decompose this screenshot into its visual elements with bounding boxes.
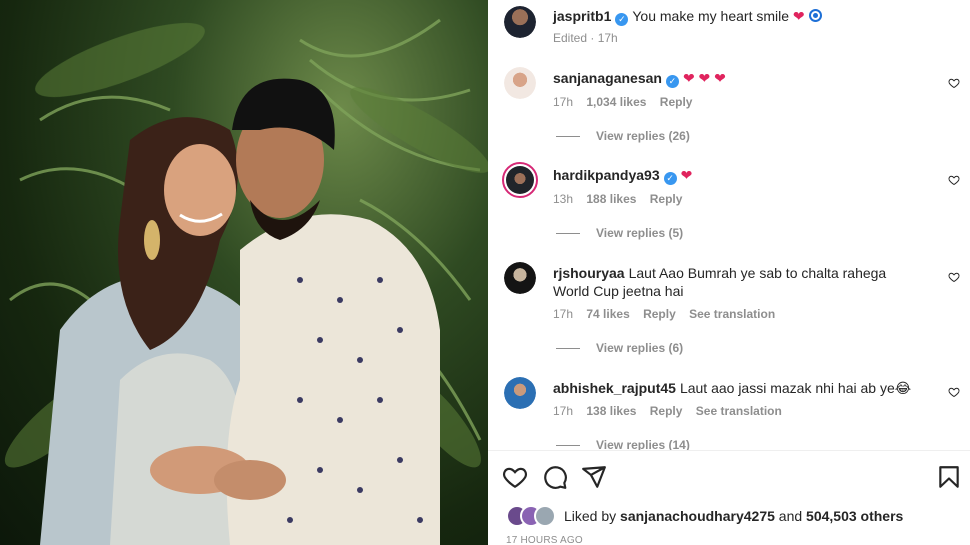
comment-like-heart-icon[interactable] <box>948 271 960 283</box>
verified-badge-icon: ✓ <box>665 75 679 88</box>
caption-meta: Edited · 17h <box>553 31 628 45</box>
view-replies-button[interactable]: View replies (26) <box>556 129 690 143</box>
comment-like-heart-icon[interactable] <box>948 174 960 186</box>
comment-time: 17h <box>553 307 574 321</box>
liked-by-prefix: Liked by <box>564 508 617 524</box>
comment-text: ❤ ❤ ❤ <box>682 70 726 86</box>
commenter-avatar[interactable] <box>504 262 536 294</box>
reply-button[interactable]: Reply <box>650 192 683 206</box>
heart-icon[interactable] <box>502 464 528 490</box>
reply-button[interactable]: Reply <box>660 95 693 109</box>
comment-row: hardikpandya93 ✓ ❤ <box>553 166 913 185</box>
verified-badge-icon: ✓ <box>615 13 629 26</box>
comment-time: 17h <box>553 95 574 109</box>
replies-dash <box>556 444 580 446</box>
comment-meta: 17h 74 likes Reply See translation <box>553 307 785 321</box>
replies-dash <box>556 232 580 234</box>
post-side-panel: jaspritb1 ✓ You make my heart smile ❤ Edit… <box>488 0 970 545</box>
bookmark-icon[interactable] <box>936 464 962 490</box>
comment-username[interactable]: abhishek_rajput45 <box>553 380 676 396</box>
comment-meta: 13h 188 likes Reply <box>553 192 692 206</box>
comment-text: ❤ <box>680 167 693 183</box>
view-replies-label: View replies (26) <box>596 129 690 143</box>
caption-text: You make my heart smile <box>632 8 790 24</box>
liker-avatar <box>534 505 556 527</box>
liked-by-row[interactable]: Liked by sanjanachoudhary4275 and 504,50… <box>506 505 903 527</box>
liked-by-and: and <box>778 508 803 524</box>
comment-text: Laut aao jassi mazak nhi hai ab ye😂 <box>679 380 912 396</box>
comment-meta: 17h 1,034 likes Reply <box>553 95 702 109</box>
comment-likes[interactable]: 1,034 likes <box>586 95 646 109</box>
view-replies-label: View replies (6) <box>596 341 684 355</box>
view-replies-button[interactable]: View replies (5) <box>556 226 683 240</box>
view-replies-label: View replies (14) <box>596 438 690 450</box>
comment-username[interactable]: hardikpandya93 <box>553 167 660 183</box>
comment-likes[interactable]: 188 likes <box>586 192 636 206</box>
reply-button[interactable]: Reply <box>650 404 683 418</box>
comment-row: sanjanaganesan ✓ ❤ ❤ ❤ <box>553 69 913 88</box>
liker-avatars <box>506 505 560 527</box>
view-replies-button[interactable]: View replies (14) <box>556 438 690 450</box>
liked-by-user[interactable]: sanjanachoudhary4275 <box>620 508 775 524</box>
comment-likes[interactable]: 138 likes <box>586 404 636 418</box>
commenter-avatar[interactable] <box>504 377 536 409</box>
comment-username[interactable]: sanjanaganesan <box>553 70 662 86</box>
heart-emoji: ❤ <box>792 8 805 24</box>
author-username[interactable]: jaspritb1 <box>553 8 611 24</box>
commenter-avatar[interactable] <box>504 67 536 99</box>
comment-row: rjshouryaa Laut Aao Bumrah ye sab to chal… <box>553 264 923 300</box>
comment-username[interactable]: rjshouryaa <box>553 265 625 281</box>
blue-circle-emoji-icon <box>808 9 822 22</box>
comments-list[interactable]: jaspritb1 ✓ You make my heart smile ❤ Edit… <box>488 0 970 450</box>
see-translation-button[interactable]: See translation <box>696 404 782 418</box>
actions-divider <box>488 450 970 451</box>
likes-count[interactable]: 504,503 others <box>806 508 903 524</box>
comment-meta: 17h 138 likes Reply See translation <box>553 404 792 418</box>
comment-like-heart-icon[interactable] <box>948 386 960 398</box>
comment-time: 17h <box>553 404 574 418</box>
comment-time: 13h <box>553 192 574 206</box>
reply-button[interactable]: Reply <box>643 307 676 321</box>
see-translation-button[interactable]: See translation <box>689 307 775 321</box>
post-caption: jaspritb1 ✓ You make my heart smile ❤ <box>553 7 913 26</box>
post-timestamp: 17 HOURS AGO <box>506 535 583 545</box>
share-icon[interactable] <box>581 464 607 490</box>
comment-row: abhishek_rajput45 Laut aao jassi mazak nh… <box>553 379 913 397</box>
comment-icon[interactable] <box>542 464 568 490</box>
replies-dash <box>556 347 580 349</box>
post-photo[interactable] <box>0 0 488 545</box>
commenter-avatar[interactable] <box>502 162 538 198</box>
couple-photo-illustration <box>4 18 488 545</box>
replies-dash <box>556 135 580 137</box>
author-avatar[interactable] <box>504 6 536 38</box>
edited-label: Edited · 17h <box>553 31 618 45</box>
comment-like-heart-icon[interactable] <box>948 77 960 89</box>
view-replies-label: View replies (5) <box>596 226 684 240</box>
verified-badge-icon: ✓ <box>663 172 677 185</box>
comment-likes[interactable]: 74 likes <box>586 307 629 321</box>
view-replies-button[interactable]: View replies (6) <box>556 341 683 355</box>
